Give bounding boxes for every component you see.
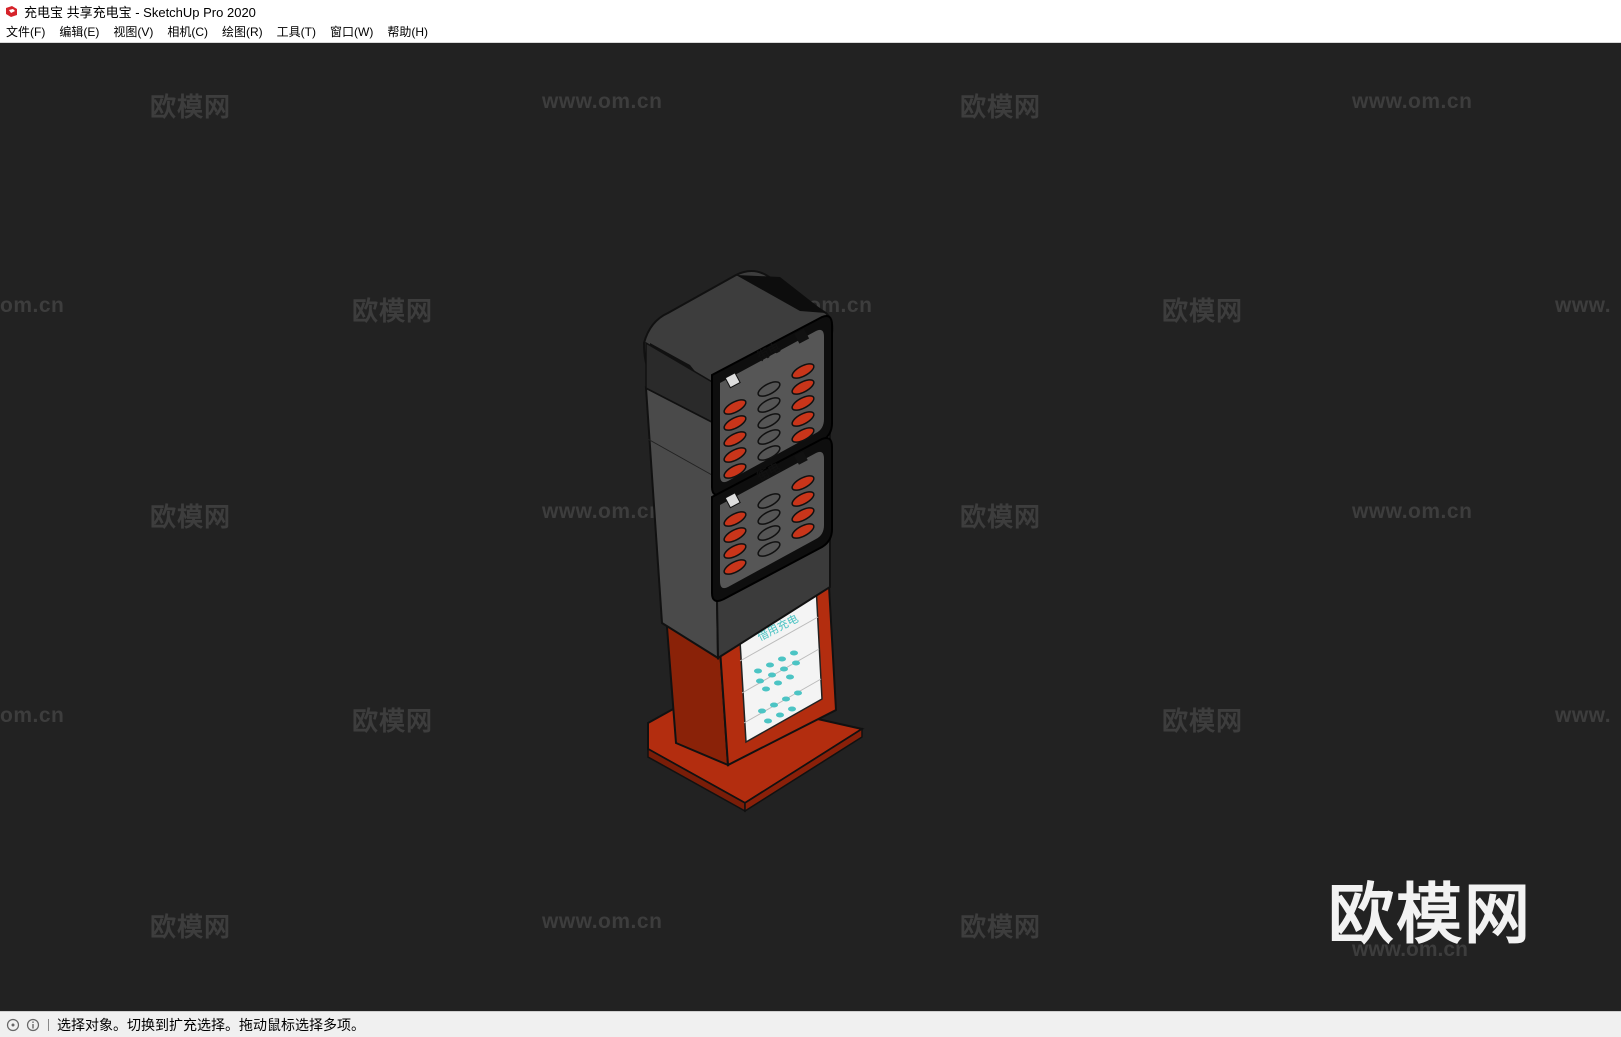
geolocation-icon[interactable]	[6, 1018, 20, 1032]
menu-file[interactable]: 文件(F)	[0, 23, 52, 42]
menu-bar: 文件(F) 编辑(E) 视图(V) 相机(C) 绘图(R) 工具(T) 窗口(W…	[0, 22, 1621, 43]
status-bar: 选择对象。切换到扩充选择。拖动鼠标选择多项。	[0, 1011, 1621, 1037]
info-icon[interactable]	[26, 1018, 40, 1032]
status-separator	[48, 1018, 49, 1031]
menu-draw[interactable]: 绘图(R)	[215, 23, 270, 42]
title-bar: 充电宝 共享充电宝 - SketchUp Pro 2020	[0, 0, 1621, 22]
menu-window[interactable]: 窗口(W)	[323, 23, 380, 42]
watermark-url: www.om.cn	[1352, 938, 1468, 961]
menu-view[interactable]: 视图(V)	[106, 23, 160, 42]
menu-help[interactable]: 帮助(H)	[380, 23, 435, 42]
menu-tools[interactable]: 工具(T)	[270, 23, 323, 42]
sketchup-logo-icon	[5, 5, 18, 18]
status-message: 选择对象。切换到扩充选择。拖动鼠标选择多项。	[57, 1016, 365, 1033]
menu-edit[interactable]: 编辑(E)	[52, 23, 106, 42]
model-viewport[interactable]: 欧模网 www.om.cn 欧模网 www.om.cn om.cn 欧模网 ww…	[0, 43, 1621, 1011]
menu-camera[interactable]: 相机(C)	[160, 23, 215, 42]
window-title: 充电宝 共享充电宝 - SketchUp Pro 2020	[24, 4, 256, 20]
